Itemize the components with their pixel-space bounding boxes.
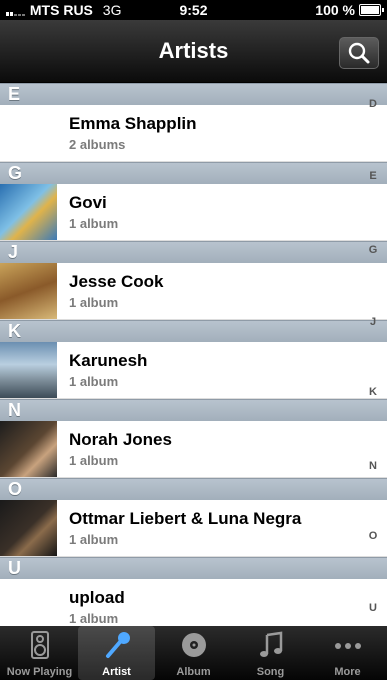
index-letter[interactable]: O (365, 530, 381, 542)
tab-more[interactable]: More (309, 626, 386, 680)
battery-percent: 100 % (315, 2, 355, 18)
section-header: K (0, 320, 387, 342)
section-letter: N (8, 400, 21, 420)
search-button[interactable] (339, 37, 379, 69)
artist-row[interactable]: Emma Shapplin 2 albums (0, 105, 387, 162)
artist-row[interactable]: Ottmar Liebert & Luna Negra 1 album (0, 500, 387, 557)
artist-name: Ottmar Liebert & Luna Negra (69, 509, 302, 528)
album-count: 1 album (69, 532, 119, 547)
status-bar: MTS RUS 3G 9:52 100 % (0, 0, 387, 20)
artist-name: Jesse Cook (69, 272, 164, 291)
search-icon (348, 42, 370, 64)
tab-label: More (334, 666, 361, 678)
artist-row[interactable]: Govi 1 album (0, 184, 387, 241)
tab-song[interactable]: Song (232, 626, 309, 680)
tab-artist[interactable]: Artist (78, 626, 155, 680)
index-letter[interactable]: D (365, 98, 381, 110)
music-note-icon (256, 630, 286, 660)
album-count: 1 album (69, 295, 119, 310)
index-letter[interactable]: N (365, 460, 381, 472)
more-dots-icon (333, 630, 363, 660)
album-artwork (0, 342, 57, 398)
index-letter[interactable]: U (365, 602, 381, 614)
index-letter[interactable]: J (365, 316, 381, 328)
section-letter: O (8, 479, 23, 499)
section-header: N (0, 399, 387, 421)
tab-label: Artist (102, 666, 131, 678)
section-header: U (0, 557, 387, 579)
album-artwork (0, 263, 57, 319)
artist-name: Karunesh (69, 351, 148, 370)
album-artwork (0, 421, 57, 477)
section-letter: K (8, 321, 21, 341)
index-letter[interactable]: K (365, 386, 381, 398)
artist-name: upload (69, 588, 125, 607)
artist-row[interactable]: Norah Jones 1 album (0, 421, 387, 478)
section-header: G (0, 162, 387, 184)
artist-name: Emma Shapplin (69, 114, 197, 133)
index-letter[interactable]: E (365, 170, 381, 182)
index-letter[interactable]: G (365, 244, 381, 256)
section-letter: J (8, 242, 19, 262)
tab-album[interactable]: Album (155, 626, 232, 680)
tab-label: Now Playing (6, 666, 73, 678)
album-count: 1 album (69, 611, 119, 626)
album-count: 1 album (69, 453, 119, 468)
speaker-icon (25, 630, 55, 660)
tab-now-playing[interactable]: Now Playing (1, 626, 78, 680)
disc-icon (179, 630, 209, 660)
microphone-icon (102, 630, 132, 660)
section-header: O (0, 478, 387, 500)
battery-icon (359, 4, 384, 16)
artist-list[interactable]: E Emma Shapplin 2 albums G Govi 1 album J Jesse… (0, 83, 387, 636)
album-count: 1 album (69, 374, 119, 389)
album-artwork (0, 184, 57, 240)
artist-row[interactable]: Jesse Cook 1 album (0, 263, 387, 320)
page-title: Artists (158, 38, 229, 63)
section-letter: E (8, 84, 21, 104)
navigation-bar: Artists (0, 20, 387, 83)
section-header: J (0, 241, 387, 263)
section-letter: U (8, 558, 21, 578)
tab-label: Song (256, 666, 285, 678)
section-header: E (0, 83, 387, 105)
tab-bar: Now Playing Artist Album Song More (0, 626, 387, 680)
tab-label: Album (176, 666, 211, 678)
section-letter: G (8, 163, 23, 183)
album-count: 1 album (69, 216, 119, 231)
album-artwork (0, 500, 57, 556)
artist-name: Govi (69, 193, 107, 212)
album-count: 2 albums (69, 137, 126, 152)
artist-name: Norah Jones (69, 430, 172, 449)
artist-row[interactable]: Karunesh 1 album (0, 342, 387, 399)
